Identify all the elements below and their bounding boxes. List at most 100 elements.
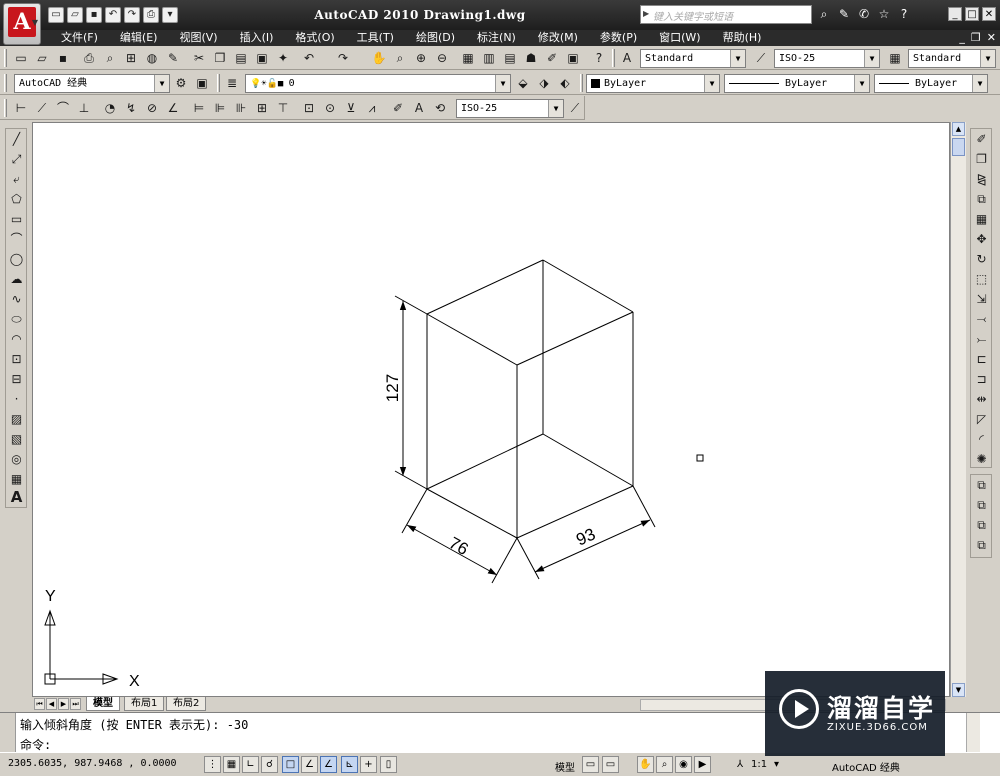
toolbar-grip[interactable] bbox=[612, 49, 615, 67]
scroll-up-icon[interactable]: ▲ bbox=[952, 122, 965, 136]
table-style-select[interactable]: Standard ▼ bbox=[908, 49, 996, 68]
subscription-icon[interactable]: ✎ bbox=[835, 6, 853, 23]
tab-layout2[interactable]: 布局2 bbox=[166, 697, 207, 711]
workspace-save-icon[interactable]: ▣ bbox=[193, 74, 211, 92]
toolbar-grip[interactable] bbox=[217, 74, 220, 92]
dimension-lines[interactable] bbox=[394, 295, 656, 584]
search-input[interactable]: ▶ 键入关键字或短语 bbox=[640, 5, 812, 24]
annotation-scale-value[interactable]: 1:1 bbox=[751, 759, 767, 770]
polygon-icon[interactable]: ⬠ bbox=[8, 191, 25, 208]
zoom-window-icon[interactable]: ⊕ bbox=[412, 49, 430, 67]
chamfer-icon[interactable]: ◸ bbox=[973, 411, 990, 428]
linear-dimension-icon[interactable]: ⊢ bbox=[12, 99, 30, 117]
object-snap-icon[interactable]: □ bbox=[282, 756, 299, 773]
quickcalc-icon[interactable]: ▣ bbox=[564, 49, 582, 67]
application-menu-button[interactable]: A ▼ bbox=[3, 3, 41, 45]
angular-dimension-icon[interactable]: ∠ bbox=[164, 99, 182, 117]
layer-select[interactable]: 💡☀🔓■ 0 ▼ bbox=[245, 74, 511, 93]
arc-icon[interactable]: ⌒ bbox=[8, 231, 25, 248]
dimension-break-icon[interactable]: ⊤ bbox=[274, 99, 292, 117]
cut-icon[interactable]: ✂ bbox=[190, 49, 208, 67]
toolbar-grip[interactable] bbox=[4, 49, 7, 67]
region-icon[interactable]: ◎ bbox=[8, 451, 25, 468]
rotate-icon[interactable]: ↻ bbox=[973, 251, 990, 268]
extend-icon[interactable]: ⤚ bbox=[973, 331, 990, 348]
dim-style-icon[interactable]: ⟋ bbox=[752, 49, 770, 67]
3d-object-snap-icon[interactable]: ∠ bbox=[301, 756, 318, 773]
pan-status-icon[interactable]: ✋ bbox=[637, 756, 654, 773]
multiline-text-icon[interactable]: A bbox=[8, 489, 25, 506]
showmotion-icon[interactable]: ▶ bbox=[694, 756, 711, 773]
send-under-icon[interactable]: ⧉ bbox=[973, 537, 990, 554]
sheet-set-manager-icon[interactable]: ☗ bbox=[522, 49, 540, 67]
join-icon[interactable]: ⇹ bbox=[973, 391, 990, 408]
chevron-down-icon[interactable]: ▾ bbox=[774, 759, 779, 770]
quick-view-drawings-icon[interactable]: ▭ bbox=[602, 756, 619, 773]
markup-icon[interactable]: ✐ bbox=[543, 49, 561, 67]
dimension-style-icon[interactable]: ⟋ bbox=[566, 99, 584, 117]
snap-mode-icon[interactable]: ⋮ bbox=[204, 756, 221, 773]
properties-icon[interactable]: ▦ bbox=[459, 49, 477, 67]
first-tab-icon[interactable]: ⏮ bbox=[34, 698, 45, 710]
tool-palettes-icon[interactable]: ▤ bbox=[501, 49, 519, 67]
minimize-icon[interactable]: _ bbox=[948, 7, 962, 21]
dimension-space-icon[interactable]: ⊞ bbox=[253, 99, 271, 117]
doc-restore-icon[interactable]: ❐ bbox=[971, 31, 981, 44]
point-icon[interactable]: · bbox=[8, 391, 25, 408]
linetype-select[interactable]: ByLayer ▼ bbox=[724, 74, 870, 93]
circle-icon[interactable]: ◯ bbox=[8, 251, 25, 268]
color-select[interactable]: ByLayer ▼ bbox=[586, 74, 720, 93]
tab-model[interactable]: 模型 bbox=[86, 697, 120, 711]
menu-tools[interactable]: 工具(T) bbox=[346, 31, 405, 45]
construction-line-icon[interactable]: ⤢ bbox=[8, 151, 25, 168]
doc-minimize-icon[interactable]: _ bbox=[959, 31, 965, 44]
lineweight-toggle-icon[interactable]: ▯ bbox=[380, 756, 397, 773]
publish-icon[interactable]: ⊞ bbox=[122, 49, 140, 67]
radius-dimension-icon[interactable]: ◔ bbox=[101, 99, 119, 117]
plot-preview-icon[interactable]: ⌕ bbox=[101, 49, 119, 67]
polar-tracking-icon[interactable]: ☌ bbox=[261, 756, 278, 773]
jogged-dimension-icon[interactable]: ↯ bbox=[122, 99, 140, 117]
pan-icon[interactable]: ✋ bbox=[370, 49, 388, 67]
bring-to-front-icon[interactable]: ⧉ bbox=[973, 477, 990, 494]
3d-dwf-icon[interactable]: ◍ bbox=[143, 49, 161, 67]
scale-icon[interactable]: ⬚ bbox=[973, 271, 990, 288]
menu-dimension[interactable]: 标注(N) bbox=[466, 31, 527, 45]
model-space-label[interactable]: 模型 bbox=[555, 759, 575, 774]
prev-tab-icon[interactable]: ◀ bbox=[46, 698, 57, 710]
qnew-icon[interactable]: ▭ bbox=[12, 49, 30, 67]
spline-icon[interactable]: ∿ bbox=[8, 291, 25, 308]
annotation-scale-icon[interactable]: ⅄ bbox=[737, 759, 743, 770]
plot-icon[interactable]: ⎙ bbox=[80, 49, 98, 67]
search-expand-icon[interactable]: ▶ bbox=[643, 9, 649, 18]
menu-parametric[interactable]: 参数(P) bbox=[589, 31, 648, 45]
dimension-text-edit-icon[interactable]: A bbox=[410, 99, 428, 117]
scroll-down-icon[interactable]: ▼ bbox=[952, 683, 965, 697]
favorites-icon[interactable]: ☆ bbox=[875, 6, 893, 23]
open-icon[interactable]: ▱ bbox=[33, 49, 51, 67]
make-current-layer-icon[interactable]: ⬙ bbox=[514, 74, 532, 92]
polyline-icon[interactable]: ⤶ bbox=[8, 171, 25, 188]
dynamic-ucs-icon[interactable]: ⊾ bbox=[341, 756, 358, 773]
dim-style-select[interactable]: ISO-25 ▼ bbox=[774, 49, 880, 68]
close-icon[interactable]: ✕ bbox=[982, 7, 996, 21]
dimension-style-select[interactable]: ISO-25 ▼ bbox=[456, 99, 564, 118]
undo-icon[interactable]: ↶ bbox=[300, 49, 318, 67]
table-icon[interactable]: ▦ bbox=[8, 471, 25, 488]
trim-icon[interactable]: ⤙ bbox=[973, 311, 990, 328]
text-style-select[interactable]: Standard ▼ bbox=[640, 49, 746, 68]
send-to-back-icon[interactable]: ⧉ bbox=[973, 497, 990, 514]
dimension-update-icon[interactable]: ⟲ bbox=[431, 99, 449, 117]
jogged-linear-icon[interactable]: ⩘ bbox=[363, 99, 381, 117]
quick-dimension-icon[interactable]: ⊨ bbox=[190, 99, 208, 117]
move-icon[interactable]: ✥ bbox=[973, 231, 990, 248]
ellipse-icon[interactable]: ⬭ bbox=[8, 311, 25, 328]
erase-icon[interactable]: ✐ bbox=[973, 131, 990, 148]
inspection-icon[interactable]: ⊻ bbox=[342, 99, 360, 117]
layer-states-icon[interactable]: ⬖ bbox=[556, 74, 574, 92]
tolerance-icon[interactable]: ⊡ bbox=[300, 99, 318, 117]
dimension-edit-icon[interactable]: ✐ bbox=[389, 99, 407, 117]
layer-properties-icon[interactable]: ≣ bbox=[223, 74, 241, 92]
lineweight-select[interactable]: ByLayer ▼ bbox=[874, 74, 988, 93]
arc-length-icon[interactable]: ⌒ bbox=[54, 99, 72, 117]
